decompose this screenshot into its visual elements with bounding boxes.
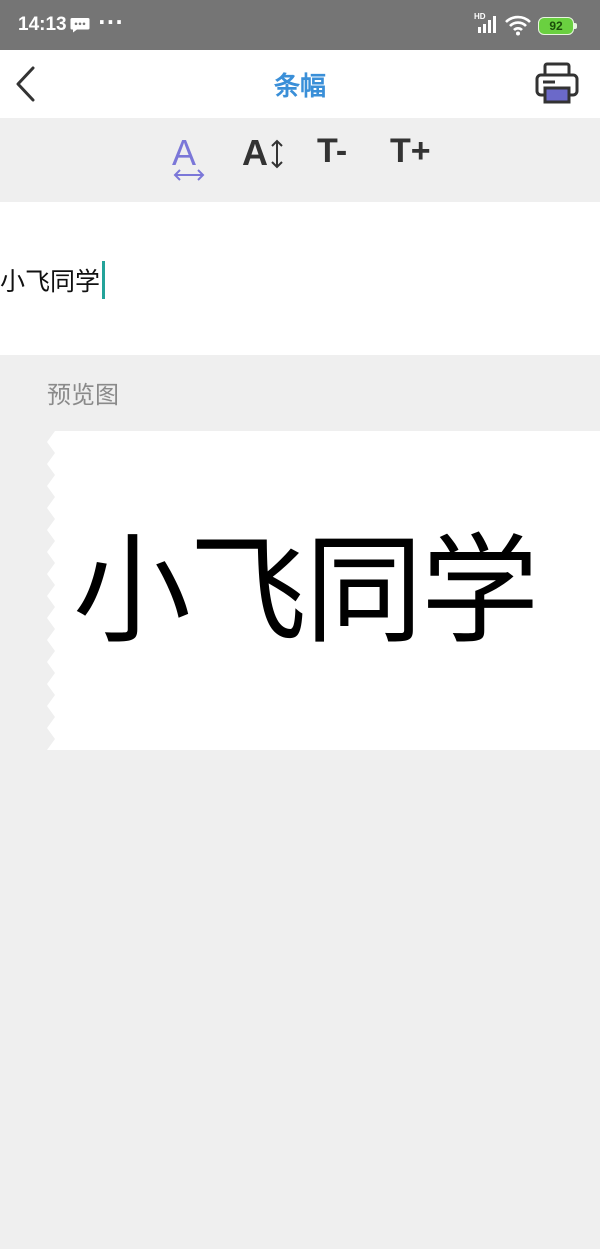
decrease-size-label: T- [317, 132, 348, 170]
battery-icon: 92 [538, 17, 578, 35]
status-time: 14:13 [18, 14, 67, 35]
page-title: 条幅 [273, 72, 326, 102]
wifi-icon [505, 15, 531, 36]
font-height-button[interactable]: A [240, 132, 292, 188]
vertical-arrow-icon [271, 139, 283, 169]
font-width-button[interactable]: A [164, 132, 216, 188]
font-height-label: A [242, 132, 268, 173]
text-input[interactable]: 小飞同学 [0, 260, 106, 300]
printer-icon [535, 62, 579, 104]
signal-icon [478, 16, 496, 33]
increase-size-button[interactable]: T+ [388, 132, 440, 188]
format-toolbar: A A T- T+ [0, 118, 600, 202]
decrease-size-button[interactable]: T- [315, 132, 367, 188]
preview-text: 小飞同学 [73, 522, 539, 660]
preview-label: 预览图 [47, 381, 119, 409]
text-cursor [102, 261, 106, 299]
chevron-left-icon [16, 66, 35, 102]
more-icon: ··· [98, 10, 124, 34]
message-icon [70, 18, 90, 33]
increase-size-label: T+ [390, 132, 431, 170]
preview-strip: 小飞同学 [47, 431, 600, 750]
print-button[interactable] [532, 60, 582, 108]
text-input-area[interactable]: 小飞同学 [0, 202, 600, 355]
horizontal-arrow-icon [173, 169, 205, 181]
back-button[interactable] [6, 62, 46, 106]
app-header: 条幅 [0, 50, 600, 118]
text-input-value: 小飞同学 [0, 267, 101, 296]
status-bar: 14:13 ··· HD 92 [0, 0, 600, 50]
battery-level: 92 [549, 19, 563, 33]
